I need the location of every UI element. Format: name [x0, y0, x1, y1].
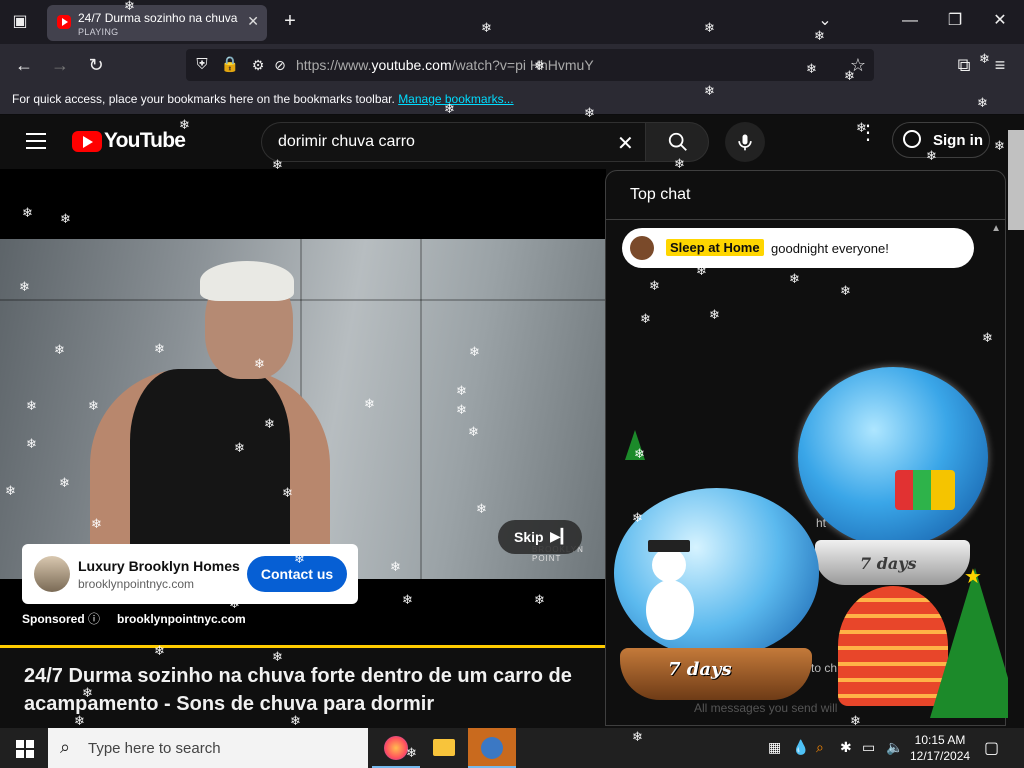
chat-input-fragment: to ch [811, 661, 838, 675]
close-window-icon[interactable]: ✕ [990, 11, 1010, 31]
water-drop-icon[interactable]: 💧 [792, 739, 809, 756]
notifications-icon[interactable]: ▢ [984, 738, 999, 758]
new-tab-icon[interactable]: + [280, 11, 300, 31]
volume-icon[interactable]: 🔈 [886, 739, 903, 756]
permissions-icon[interactable]: ⚙ [246, 53, 270, 77]
restore-icon[interactable]: ❐ [945, 11, 965, 31]
mini-christmas-tree [625, 430, 645, 460]
ad-thumbnail [34, 556, 70, 592]
ad-domain: brooklynpointnyc.com [78, 577, 195, 591]
tab-status: PLAYING [78, 27, 119, 37]
avatar [630, 236, 654, 260]
url-text[interactable]: https://www.youtube.com/watch?v=pi HhHvm… [296, 57, 594, 73]
clock-time: 10:15 AM [914, 733, 966, 747]
youtube-header: YouTube dorimir chuva carro ✕ ⋮ Sign in [0, 115, 1024, 169]
forward-icon[interactable]: → [48, 53, 72, 77]
lock-icon[interactable]: 🔒 [218, 53, 242, 77]
snowman-hat [648, 540, 690, 552]
search-bar: dorimir chuva carro ✕ [261, 122, 711, 162]
snowflake-tray-icon[interactable]: ✱ [840, 739, 852, 756]
tab-title: 24/7 Durma sozinho na chuva f [78, 11, 240, 25]
sponsored-domain[interactable]: brooklynpointnyc.com [117, 612, 246, 626]
manage-bookmarks-link[interactable]: Manage bookmarks... [398, 92, 513, 106]
microphone-icon [738, 134, 752, 151]
clock[interactable]: 10:15 AM 12/17/2024 [910, 732, 970, 764]
skip-ad-button[interactable]: Skip ▶▎ [498, 520, 582, 554]
sponsored-label: Sponsored [22, 612, 85, 626]
chat-notice: All messages you send will [694, 701, 838, 715]
browser-tab-youtube[interactable]: 24/7 Durma sozinho na chuva f PLAYING ✕ [47, 5, 267, 41]
shield-icon[interactable]: ⛨ [190, 53, 214, 77]
gift-boxes [895, 470, 955, 510]
days-label: 7 days [860, 554, 917, 573]
firefox-taskbar-icon[interactable] [372, 728, 420, 768]
search-input[interactable]: dorimir chuva carro [261, 122, 645, 162]
menu-icon[interactable]: ≡ [988, 53, 1012, 77]
app-taskbar-icon[interactable] [468, 728, 516, 768]
snowman [646, 580, 694, 640]
reload-icon[interactable]: ↻ [84, 53, 108, 77]
tray-app-icon[interactable]: ▦ [768, 739, 781, 756]
scrollbar-thumb[interactable] [1008, 130, 1024, 230]
christmas-tree [930, 568, 1020, 718]
minimize-icon[interactable]: — [900, 11, 920, 31]
search-button[interactable] [645, 122, 709, 162]
chevron-up-icon[interactable]: ▲ [991, 223, 1001, 234]
youtube-logo-text[interactable]: YouTube [104, 129, 186, 153]
video-title: 24/7 Durma sozinho na chuva forte dentro… [24, 665, 572, 715]
start-button[interactable] [0, 728, 48, 768]
more-options-icon[interactable]: ⋮ [858, 123, 878, 153]
pinned-message[interactable]: Sleep at Home goodnight everyone! [622, 228, 974, 268]
ad-title[interactable]: Luxury Brooklyn Homes [78, 558, 240, 574]
snow-globe-small-base: 7 days [620, 648, 812, 700]
sign-in-button[interactable]: Sign in [892, 122, 990, 158]
network-icon[interactable]: ▭ [862, 739, 875, 756]
file-explorer-taskbar-icon[interactable] [420, 728, 468, 768]
youtube-favicon-icon [57, 15, 71, 29]
clear-search-icon[interactable]: ✕ [617, 131, 634, 156]
tab-list-icon[interactable]: ▣ [8, 12, 32, 32]
back-icon[interactable]: ← [12, 53, 36, 77]
message-author[interactable]: Sleep at Home [666, 239, 764, 256]
snow-globe-large [798, 367, 988, 547]
autoplay-blocked-icon[interactable]: ⊘ [268, 53, 292, 77]
chat-header[interactable]: Top chat [606, 171, 1005, 220]
chevron-down-icon[interactable]: ⌄ [815, 11, 835, 31]
days-label: 7 days [668, 659, 732, 680]
star-icon: ★ [964, 566, 982, 588]
info-icon[interactable]: ⓘ [88, 610, 100, 627]
ad-card[interactable]: Luxury Brooklyn Homes brooklynpointnyc.c… [22, 544, 358, 604]
taskbar-search[interactable]: ⌕ Type here to search [48, 728, 368, 768]
hamburger-menu-icon[interactable] [26, 133, 46, 149]
account-icon [903, 130, 921, 148]
message-text: goodnight everyone! [771, 241, 889, 256]
youtube-logo-icon[interactable] [72, 131, 102, 152]
bookmark-star-icon[interactable]: ☆ [846, 53, 870, 77]
extensions-icon[interactable]: ⧉ [952, 53, 976, 77]
snowman-head [652, 548, 686, 582]
address-bar[interactable]: ⛨ 🔒 ⚙ ⊘ https://www.youtube.com/watch?v=… [186, 49, 874, 81]
search-icon: ⌕ [60, 737, 71, 757]
tab-close-icon[interactable]: ✕ [247, 13, 259, 30]
ad-progress-bar[interactable] [0, 645, 606, 648]
search-tray-icon[interactable]: ⌕ [816, 739, 824, 756]
contact-us-button[interactable]: Contact us [247, 556, 347, 592]
windows-taskbar: ⌕ Type here to search ▦ 💧 ⌕ ✱ ▭ 🔈 10:15 … [0, 728, 1024, 768]
skip-next-icon: ▶▎ [550, 528, 572, 544]
chat-mode-label[interactable]: Top chat [630, 186, 690, 204]
browser-nav-bar: ← → ↻ ⛨ 🔒 ⚙ ⊘ https://www.youtube.com/wa… [0, 44, 1024, 86]
browser-tab-bar: ▣ 24/7 Durma sozinho na chuva f PLAYING … [0, 0, 1024, 44]
bookmarks-toolbar: For quick access, place your bookmarks h… [0, 86, 1024, 115]
bookmarks-message: For quick access, place your bookmarks h… [12, 92, 514, 106]
search-icon [668, 132, 687, 151]
snow-globe-small [614, 488, 819, 658]
voice-search-button[interactable] [725, 122, 765, 162]
clock-date: 12/17/2024 [910, 749, 971, 763]
